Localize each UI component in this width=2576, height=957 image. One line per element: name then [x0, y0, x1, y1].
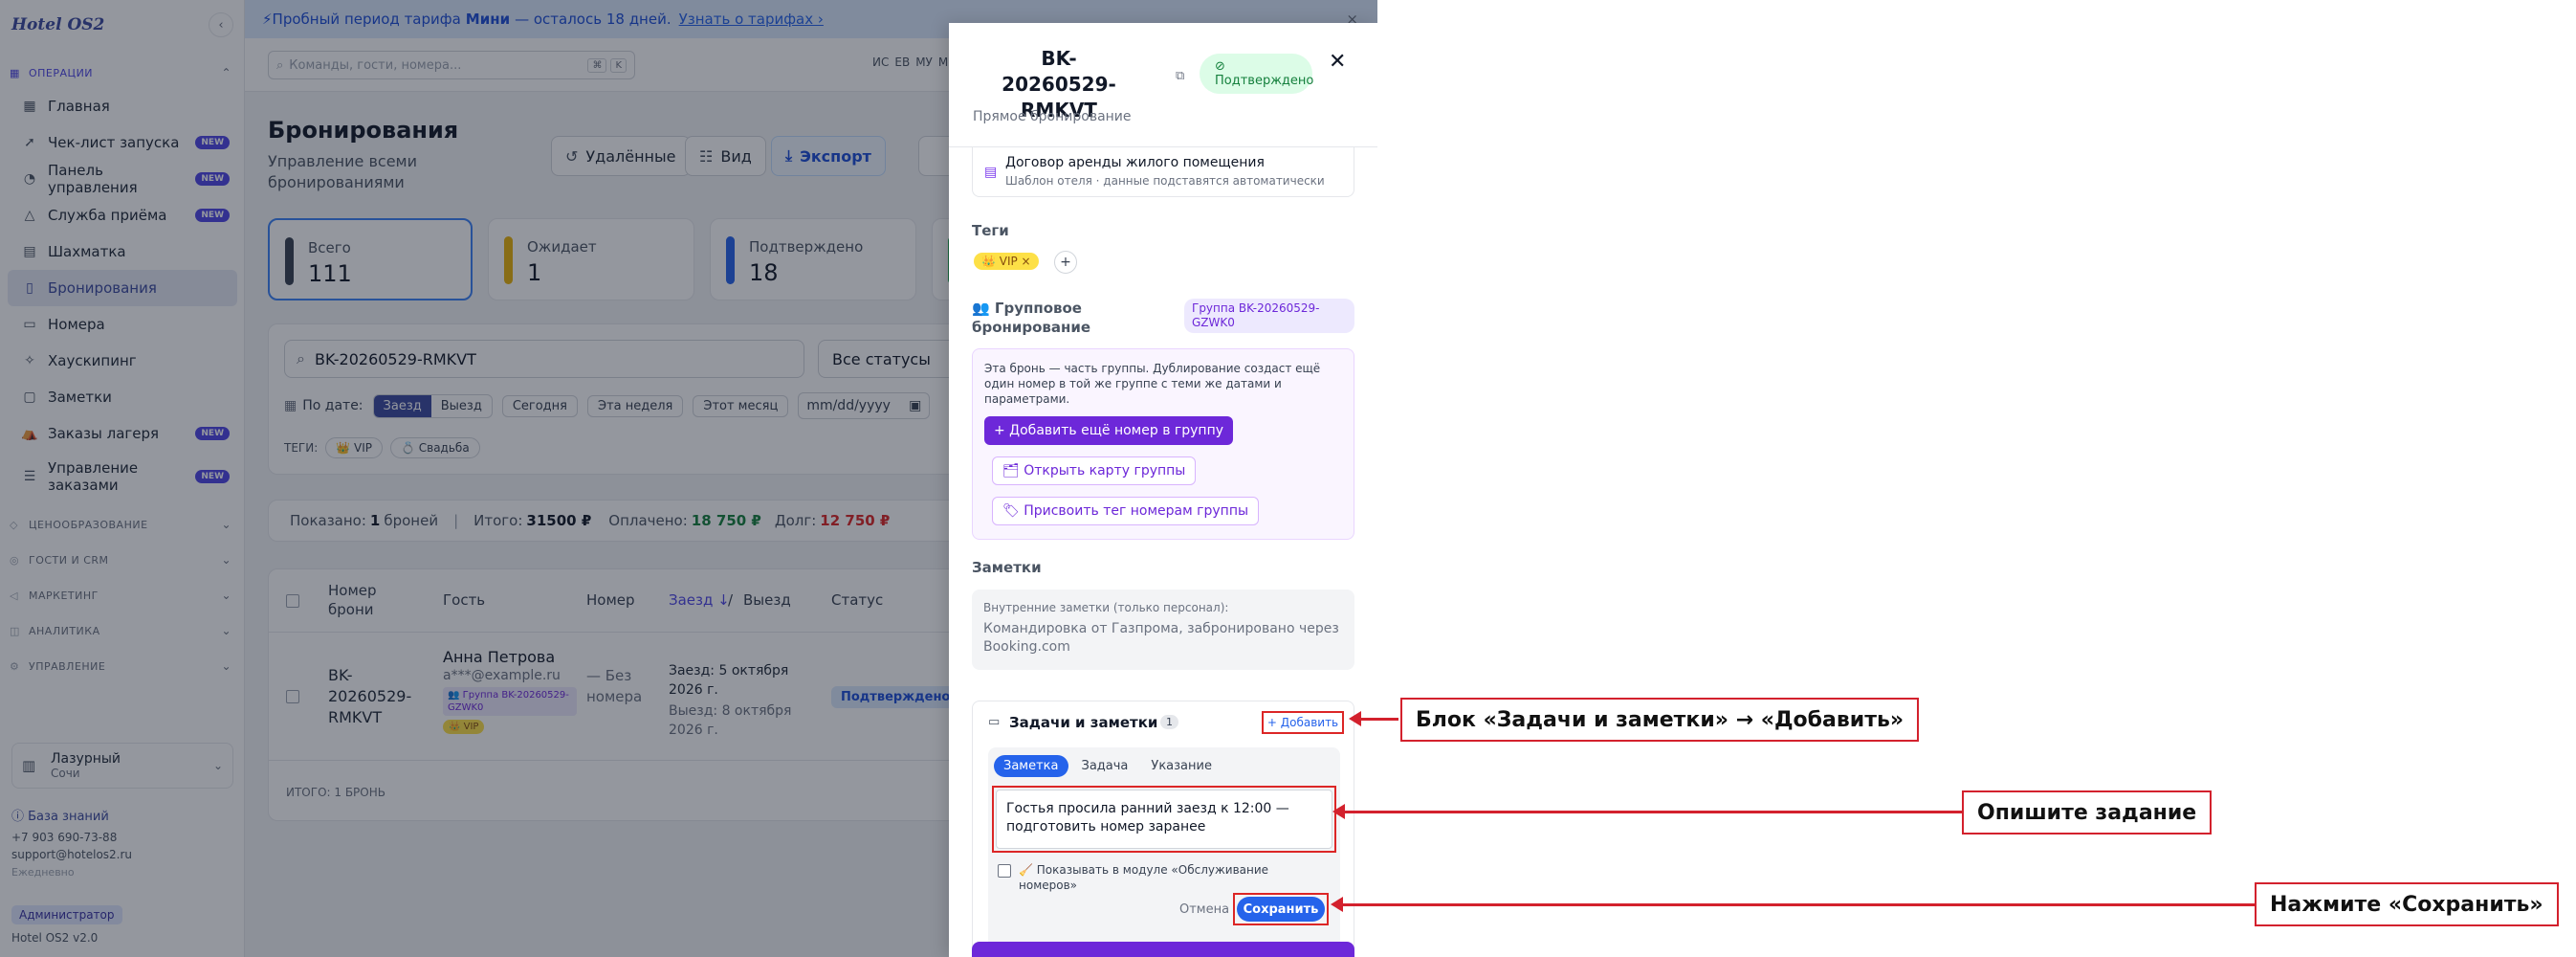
callout-click-save: Нажмите «Сохранить» [2255, 882, 2559, 926]
close-icon[interactable]: ✕ [1329, 50, 1346, 74]
group-panel: Эта бронь — часть группы. Дублирование с… [972, 348, 1354, 540]
add-task-button[interactable]: + Добавить [1262, 711, 1344, 734]
contract-card[interactable]: ▤ Договор аренды жилого помещения Шаблон… [972, 147, 1354, 197]
internal-notes[interactable]: Внутренние заметки (только персонал): Ко… [972, 590, 1354, 670]
show-in-housekeeping-label: 🧹 Показывать в модуле «Обслуживание номе… [1019, 863, 1269, 892]
contract-subtitle: Шаблон отеля · данные подставятся автома… [1005, 174, 1325, 188]
document-icon: ▤ [984, 165, 998, 180]
internal-notes-text: Командировка от Газпрома, забронировано … [983, 621, 1339, 655]
drawer-header: BK-20260529-RMKVT ⧉ ⊘ Подтверждено ✕ Прям… [949, 23, 1377, 147]
tasks-title: Задачи и заметки [1009, 714, 1158, 731]
task-editor: Заметка Задача Указание Гостья просила р… [988, 747, 1340, 957]
group-description: Эта бронь — часть группы. Дублирование с… [984, 362, 1321, 406]
tab-task[interactable]: Задача [1072, 755, 1138, 777]
drawer-primary-button[interactable] [972, 942, 1354, 957]
callout-describe-task: Опишите задание [1962, 790, 2213, 835]
contract-title: Договор аренды жилого помещения [1005, 155, 1265, 170]
notes-label: Заметки [972, 559, 1042, 576]
arrow-2 [1332, 804, 1962, 819]
tab-instruction[interactable]: Указание [1141, 755, 1222, 777]
tasks-panel: ▭ Задачи и заметки 1 + Добавить Заметка … [972, 701, 1354, 957]
task-text-input[interactable]: Гостья просила ранний заезд к 12:00 — по… [996, 790, 1332, 849]
show-in-housekeeping-checkbox[interactable] [998, 864, 1011, 878]
group-badge[interactable]: Группа BK-20260529-GZWK0 [1184, 299, 1354, 333]
tab-note[interactable]: Заметка [994, 755, 1068, 777]
check-circle-icon: ⊘ [1215, 59, 1225, 74]
arrow-1 [1349, 711, 1398, 726]
arrow-3 [1331, 897, 2255, 912]
tags-label: Теги [972, 222, 1009, 239]
assign-group-tag-button[interactable]: 🏷 Присвоить тег номерам группы [992, 497, 1260, 525]
copy-icon[interactable]: ⧉ [1176, 69, 1184, 83]
booking-drawer: ▤ Договор аренды жилого помещения Шаблон… [949, 23, 1377, 957]
cancel-button[interactable]: Отмена [1179, 902, 1229, 917]
add-tag-button[interactable]: + [1054, 251, 1077, 274]
booking-source: Прямое бронирование [973, 109, 1132, 124]
vip-tag[interactable]: 👑 VIP × [974, 253, 1039, 270]
task-type-tabs: Заметка Задача Указание [994, 755, 1225, 777]
open-group-card-button[interactable]: 🗂 Открыть карту группы [992, 456, 1197, 485]
chat-icon: ▭ [988, 715, 1001, 729]
add-room-to-group-button[interactable]: + Добавить ещё номер в группу [984, 416, 1234, 445]
group-booking-title: 👥 Групповое бронирование [972, 300, 1091, 336]
status-badge: ⊘ Подтверждено [1200, 54, 1313, 94]
tasks-count: 1 [1160, 715, 1178, 729]
app-window: Hotel OS2 ‹ ▦ ОПЕРАЦИИ ⌃ ▦ Главная ➚ Чек-л… [0, 0, 1377, 957]
callout-add-task: Блок «Задачи и заметки» → «Добавить» [1400, 698, 1920, 742]
save-button[interactable]: Сохранить [1237, 897, 1325, 922]
